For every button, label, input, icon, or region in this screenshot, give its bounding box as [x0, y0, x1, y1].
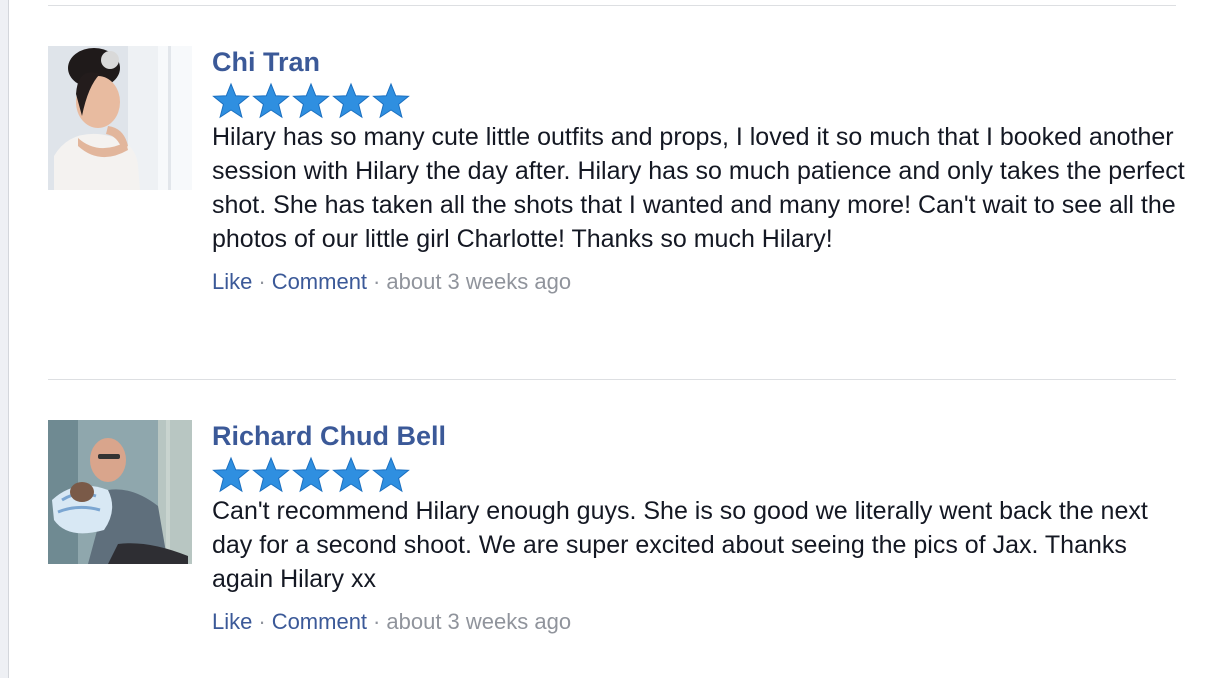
page-left-edge: [0, 0, 9, 678]
review-text: Can't recommend Hilary enough guys. She …: [212, 497, 1148, 593]
divider-top: [48, 5, 1176, 6]
timestamp[interactable]: about 3 weeks ago: [386, 609, 571, 634]
avatar[interactable]: [48, 46, 192, 190]
timestamp[interactable]: about 3 weeks ago: [386, 269, 571, 294]
star-icon: [212, 456, 250, 493]
star-icon: [332, 456, 370, 493]
comment-link[interactable]: Comment: [272, 269, 367, 294]
like-link[interactable]: Like: [212, 269, 252, 294]
star-icon: [332, 82, 370, 119]
reviewer-name[interactable]: Chi Tran: [212, 46, 1192, 78]
like-link[interactable]: Like: [212, 609, 252, 634]
divider-middle: [48, 379, 1176, 380]
reviewer-name[interactable]: Richard Chud Bell: [212, 420, 1192, 452]
review-actions: Like · Comment · about 3 weeks ago: [212, 608, 1192, 636]
star-rating: [212, 82, 1192, 120]
review-text: Hilary has so many cute little outfits a…: [212, 123, 1185, 253]
star-icon: [372, 456, 410, 493]
avatar[interactable]: [48, 420, 192, 564]
star-icon: [292, 456, 330, 493]
separator: ·: [373, 609, 381, 634]
star-icon: [372, 82, 410, 119]
separator: ·: [258, 609, 266, 634]
review-actions: Like · Comment · about 3 weeks ago: [212, 268, 1192, 296]
star-icon: [252, 82, 290, 119]
star-icon: [292, 82, 330, 119]
star-icon: [252, 456, 290, 493]
star-icon: [212, 82, 250, 119]
separator: ·: [258, 269, 266, 294]
comment-link[interactable]: Comment: [272, 609, 367, 634]
separator: ·: [373, 269, 381, 294]
star-rating: [212, 456, 1192, 494]
